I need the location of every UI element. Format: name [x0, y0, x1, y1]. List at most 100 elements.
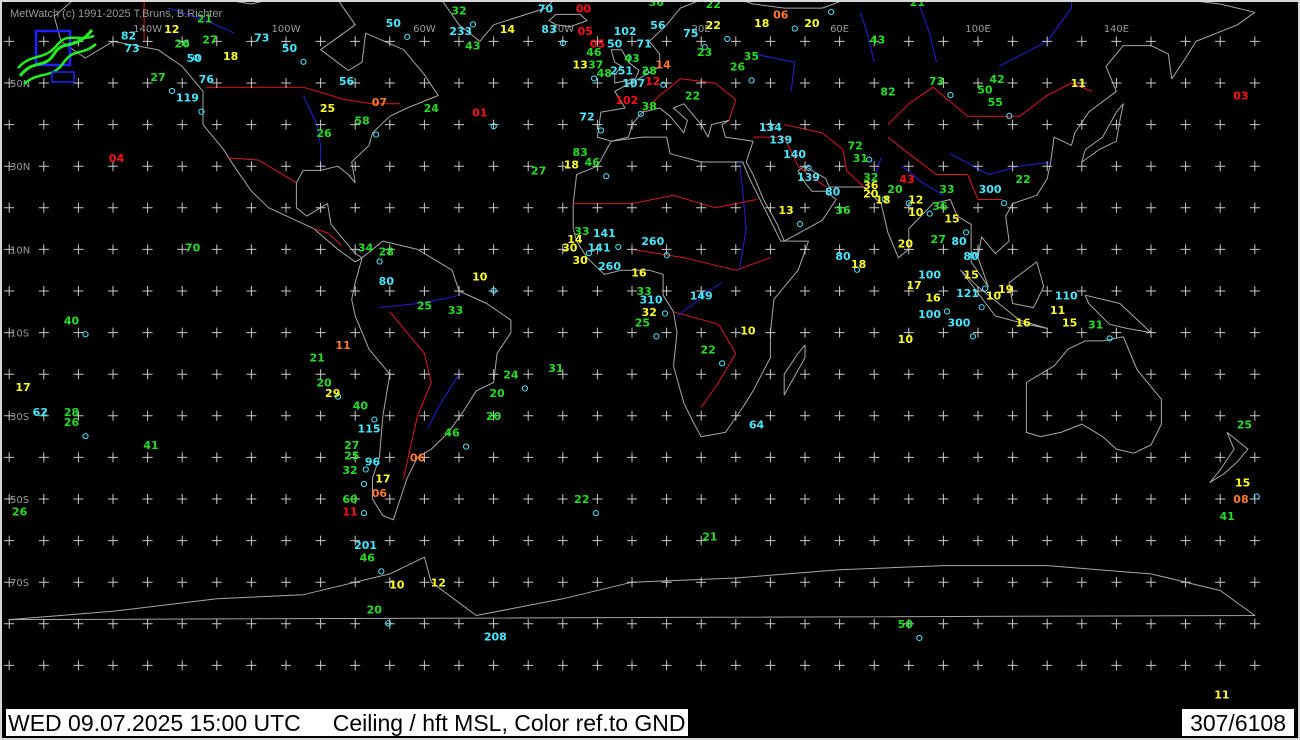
observation-value[interactable]: 43 [870, 33, 885, 46]
observation-value[interactable]: 15 [1235, 477, 1250, 490]
observation-value[interactable]: 80 [951, 235, 967, 248]
observation-value[interactable]: 32 [451, 4, 466, 17]
observation-value[interactable]: 01 [472, 106, 487, 119]
observation-value[interactable]: 26 [12, 506, 28, 519]
observation-value[interactable]: 80 [379, 275, 395, 288]
observation-value[interactable]: 82 [121, 29, 136, 42]
observation-value[interactable]: 72 [848, 140, 863, 153]
observation-value[interactable]: 26 [730, 61, 746, 74]
observation-value[interactable]: 25 [635, 316, 650, 329]
observation-value[interactable]: 24 [503, 368, 519, 381]
observation-value[interactable]: 96 [365, 456, 381, 469]
observation-value[interactable]: 21 [309, 352, 324, 365]
observation-value[interactable]: 07 [372, 96, 387, 109]
observation-value[interactable]: 10 [898, 333, 914, 346]
observation-value[interactable]: 13 [572, 58, 587, 71]
observation-value[interactable]: 119 [176, 92, 199, 105]
observation-value[interactable]: 141 [593, 227, 616, 240]
observation-value[interactable]: 41 [1219, 510, 1234, 523]
observation-value[interactable]: 102 [615, 94, 638, 107]
observation-value[interactable]: 55 [988, 96, 1003, 109]
observation-value[interactable]: 11 [335, 339, 350, 352]
observation-value[interactable]: 83 [541, 23, 556, 36]
observation-value[interactable]: 30 [562, 241, 578, 254]
observation-value[interactable]: 04 [109, 152, 125, 165]
observation-value[interactable]: 70 [185, 241, 201, 254]
observation-value[interactable]: 73 [929, 75, 944, 88]
observation-value[interactable]: 80 [825, 185, 841, 198]
observation-value[interactable]: 50 [977, 83, 993, 96]
observation-value[interactable]: 22 [700, 343, 715, 356]
observation-value[interactable]: 15 [944, 212, 959, 225]
observation-value[interactable]: 50 [187, 52, 203, 65]
observation-value[interactable]: 27 [531, 165, 546, 178]
observation-value[interactable]: 14 [500, 23, 516, 36]
observation-value[interactable]: 70 [538, 2, 554, 15]
observation-value[interactable]: 12 [908, 194, 923, 207]
observation-value[interactable]: 25 [344, 449, 359, 462]
observation-value[interactable]: 20 [804, 17, 820, 30]
observation-value[interactable]: 75 [683, 27, 698, 40]
observation-value[interactable]: 40 [353, 400, 369, 413]
observation-value[interactable]: 15 [963, 269, 978, 282]
observation-value[interactable]: 56 [339, 75, 355, 88]
observation-value[interactable]: 43 [899, 173, 914, 186]
observation-value[interactable]: 82 [880, 85, 895, 98]
observation-value[interactable]: 36 [835, 204, 851, 217]
observation-value[interactable]: 80 [963, 250, 979, 263]
observation-value[interactable]: 50 [386, 17, 402, 30]
observation-value[interactable]: 260 [641, 235, 664, 248]
observation-value[interactable]: 16 [631, 266, 647, 279]
observation-value[interactable]: 251 [610, 65, 633, 78]
observation-value[interactable]: 25 [1237, 418, 1252, 431]
observation-value[interactable]: 41 [143, 439, 158, 452]
observation-value[interactable]: 11 [1071, 77, 1086, 90]
observation-value[interactable]: 18 [875, 194, 890, 207]
observation-value[interactable]: 05 [578, 25, 593, 38]
observation-value[interactable]: 100 [918, 308, 941, 321]
observation-value[interactable]: 33 [939, 183, 954, 196]
observation-value[interactable]: 134 [759, 121, 782, 134]
observation-value[interactable]: 27 [150, 71, 165, 84]
observation-value[interactable]: 31 [853, 152, 868, 165]
observation-value[interactable]: 50 [898, 618, 914, 631]
observation-value[interactable]: 31 [548, 362, 563, 375]
observation-value[interactable]: 56 [650, 19, 666, 32]
observation-value[interactable]: 72 [579, 110, 594, 123]
observation-value[interactable]: 34 [358, 241, 374, 254]
observation-value[interactable]: 46 [585, 156, 601, 169]
observation-value[interactable]: 201 [354, 539, 377, 552]
observation-value[interactable]: 18 [223, 50, 238, 63]
observation-value[interactable]: 17 [375, 472, 390, 485]
observation-value[interactable]: 27 [931, 233, 946, 246]
observation-value[interactable]: 58 [354, 115, 369, 128]
observation-value[interactable]: 110 [1055, 289, 1078, 302]
observation-value[interactable]: 300 [979, 183, 1002, 196]
observation-value[interactable]: 06 [410, 452, 426, 465]
observation-value[interactable]: 31 [1088, 318, 1103, 331]
observation-value[interactable]: 11 [1214, 689, 1229, 702]
observation-value[interactable]: 20 [898, 237, 914, 250]
observation-value[interactable]: 43 [465, 40, 480, 53]
observation-value[interactable]: 73 [254, 31, 269, 44]
observation-value[interactable]: 46 [444, 427, 460, 440]
observation-value[interactable]: 11 [342, 506, 357, 519]
observation-value[interactable]: 18 [564, 158, 579, 171]
observation-value[interactable]: 33 [448, 304, 463, 317]
observation-value[interactable]: 71 [636, 38, 651, 51]
observation-value[interactable]: 07 [809, 2, 824, 5]
observation-value[interactable]: 10 [740, 325, 756, 338]
observation-value[interactable]: 30 [572, 254, 588, 267]
observation-value[interactable]: 310 [640, 293, 663, 306]
observation-value[interactable]: 10 [908, 206, 924, 219]
observation-value[interactable]: 25 [417, 300, 432, 313]
observation-value[interactable]: 20 [367, 603, 383, 616]
observation-value[interactable]: 18 [754, 17, 769, 30]
observation-value[interactable]: 24 [424, 102, 440, 115]
observation-value[interactable]: 10 [986, 289, 1002, 302]
observation-value[interactable]: 12 [431, 576, 446, 589]
observation-value[interactable]: 62 [33, 406, 48, 419]
observation-value[interactable]: 03 [1233, 90, 1248, 103]
observation-value[interactable]: 46 [586, 46, 602, 59]
observation-value[interactable]: 208 [484, 630, 507, 643]
